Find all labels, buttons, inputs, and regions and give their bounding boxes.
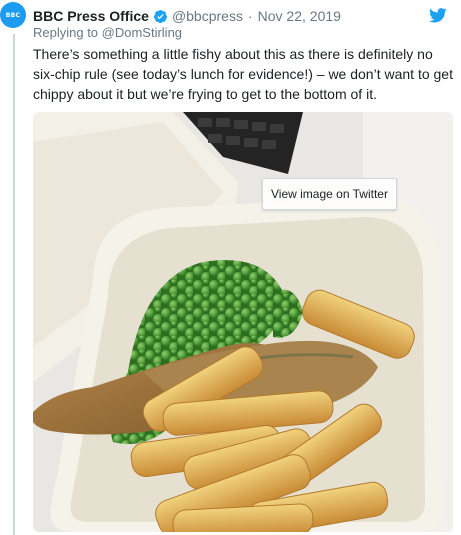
- author-name[interactable]: BBC Press Office: [33, 8, 149, 24]
- tweet-header: BBC Press Office @bbcpress · Nov 22, 201…: [33, 6, 341, 26]
- separator-dot: ·: [247, 8, 253, 24]
- tweet-media-photo[interactable]: View image on Twitter: [33, 112, 453, 532]
- thread-line: [13, 34, 15, 535]
- tweet-text: There’s something a little fishy about t…: [33, 46, 453, 102]
- view-image-on-twitter-button[interactable]: View image on Twitter: [262, 178, 397, 210]
- replying-to-line[interactable]: Replying to @DomStirling: [33, 25, 182, 40]
- author-handle[interactable]: @bbcpress: [172, 8, 243, 24]
- twitter-bird-icon[interactable]: [429, 8, 447, 23]
- avatar[interactable]: BBC: [0, 2, 26, 28]
- avatar-logo-text: BBC: [5, 11, 21, 19]
- tweet-date[interactable]: Nov 22, 2019: [258, 8, 341, 24]
- verified-badge-icon: [153, 9, 167, 23]
- fish-and-chips-photo: [33, 112, 453, 532]
